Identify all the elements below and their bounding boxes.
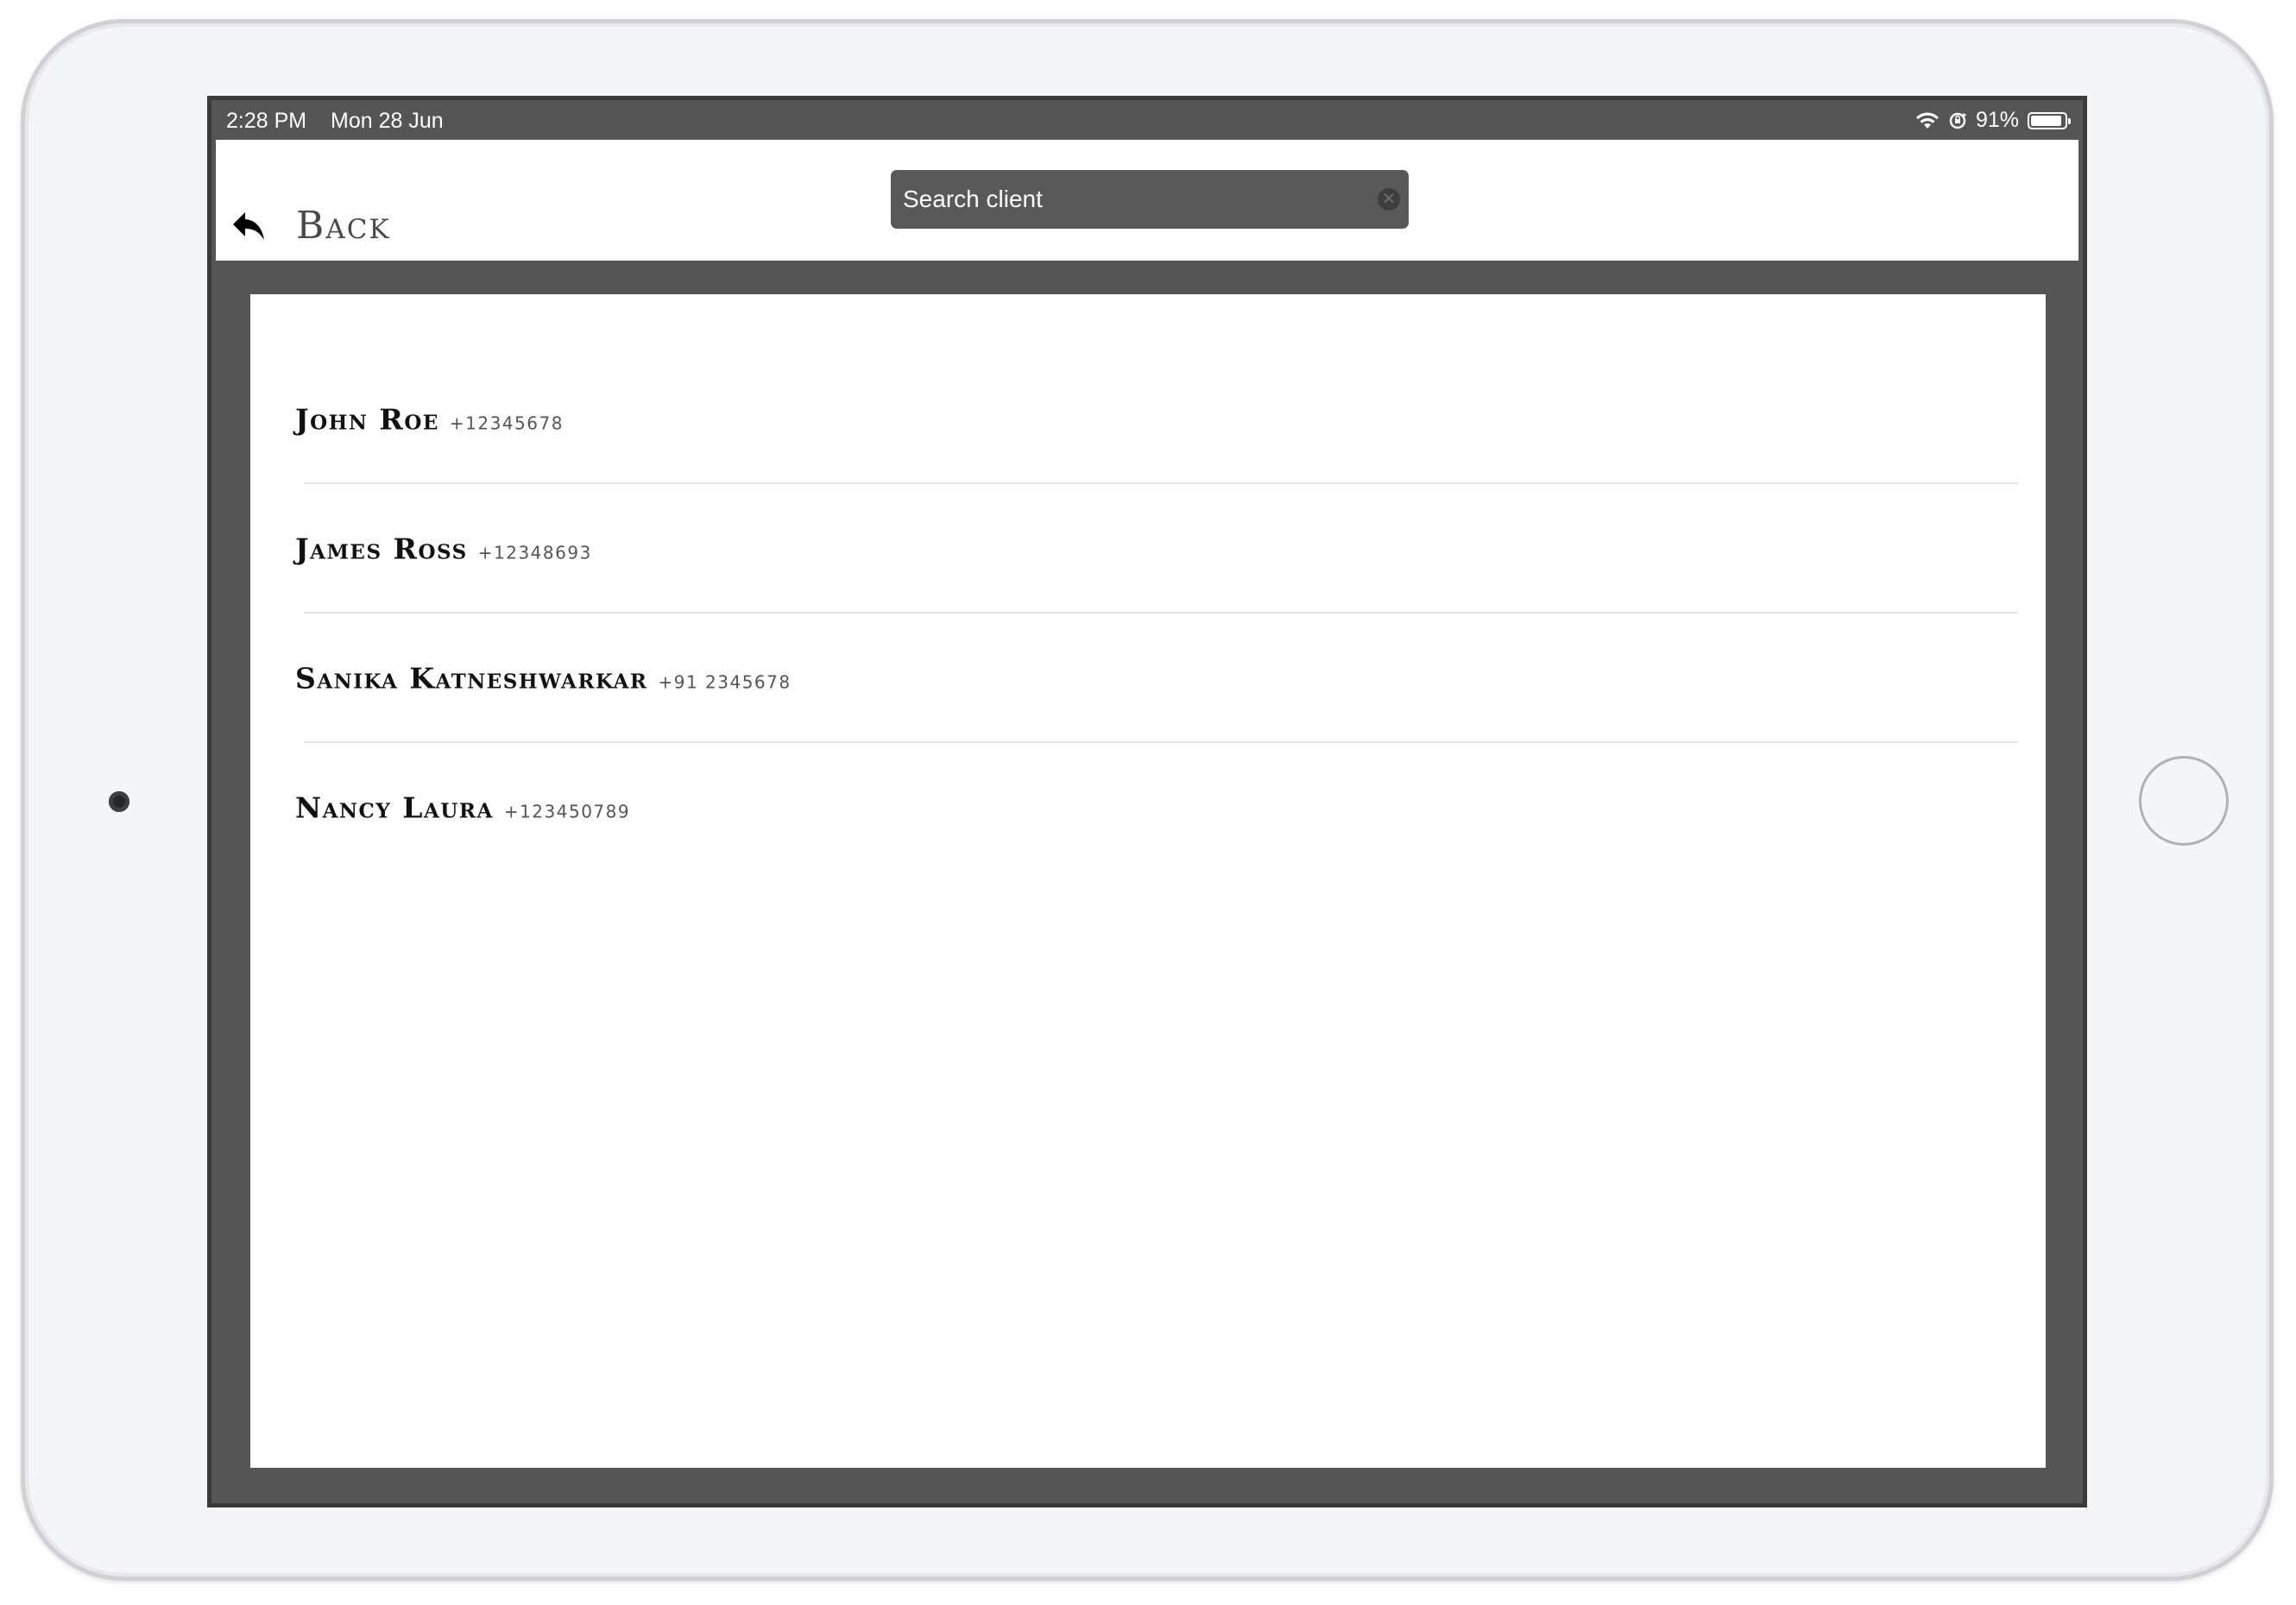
camera-lens xyxy=(109,791,129,812)
client-name: Nancy Laura xyxy=(295,790,494,825)
battery-percentage: 91% xyxy=(1975,108,2019,132)
client-list: John Roe +12345678 James Ross +12348693 … xyxy=(250,294,2046,1468)
screen: 2:28 PM Mon 28 Jun 91% Back Search clien… xyxy=(207,96,2087,1507)
status-date: Mon 28 Jun xyxy=(331,109,444,133)
client-row[interactable]: Nancy Laura +123450789 xyxy=(250,743,2046,872)
navigation-bar: Back ✕ xyxy=(216,140,2078,261)
client-row[interactable]: Sanika Katneshwarkar +91 2345678 xyxy=(250,614,2046,743)
back-button[interactable]: Back xyxy=(231,204,391,249)
orientation-lock-icon xyxy=(1949,112,1966,129)
client-phone: +12348693 xyxy=(477,542,592,563)
client-name: James Ross xyxy=(295,532,468,566)
client-phone: +123450789 xyxy=(503,801,631,822)
status-bar: 2:28 PM Mon 28 Jun 91% xyxy=(211,100,2083,140)
client-phone: +91 2345678 xyxy=(658,671,792,693)
reply-arrow-icon xyxy=(233,212,264,240)
client-row-content: John Roe +12345678 xyxy=(295,403,564,437)
client-row[interactable]: James Ross +12348693 xyxy=(250,484,2046,614)
client-row-content: Nancy Laura +123450789 xyxy=(295,791,630,825)
home-button[interactable] xyxy=(2139,756,2229,846)
back-label: Back xyxy=(296,204,391,248)
battery-icon xyxy=(2028,111,2071,129)
client-row-content: Sanika Katneshwarkar +91 2345678 xyxy=(295,662,792,696)
client-row-content: James Ross +12348693 xyxy=(295,532,592,566)
client-phone: +12345678 xyxy=(449,412,564,434)
search-input[interactable] xyxy=(891,170,1409,229)
battery-fill xyxy=(2031,115,2061,126)
client-row[interactable]: John Roe +12345678 xyxy=(250,355,2046,484)
client-name: Sanika Katneshwarkar xyxy=(295,661,648,696)
client-name: John Roe xyxy=(295,402,439,437)
status-time: 2:28 PM xyxy=(226,109,307,133)
wifi-icon xyxy=(1915,111,1939,129)
status-indicators: 91% xyxy=(1915,108,2071,133)
clear-search-icon[interactable]: ✕ xyxy=(1378,188,1400,211)
